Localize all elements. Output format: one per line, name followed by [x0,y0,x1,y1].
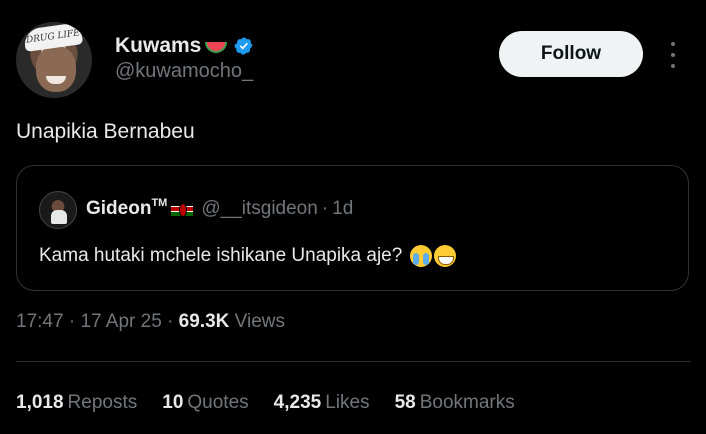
quote-timestamp: 1d [332,198,354,219]
more-options-icon[interactable] [666,42,680,68]
verified-badge-icon [234,37,253,55]
tweet-text: Unapikia Bernabeu [16,120,195,143]
author-handle[interactable]: @kuwamocho_ [115,60,254,83]
likes-count: 4,235 [273,392,322,413]
author-names: Kuwams @kuwamocho_ [115,34,254,83]
quote-separator: · [321,198,329,219]
quote-text-content: Kama hutaki mchele ishikane Unapika aje? [39,245,403,266]
quotes-count: 10 [162,392,184,413]
tweet-date[interactable]: 17 Apr 25 [80,311,161,332]
reposts-count: 1,018 [16,392,64,413]
likes-label: Likes [325,392,370,413]
quotes-stat[interactable]: 10 Quotes [162,392,248,414]
quote-author-tm: TM [151,197,168,209]
kenya-flag-icon [171,202,194,217]
meta-separator: · [68,311,76,332]
quote-author-avatar [39,191,77,229]
views-count: 69.3K [178,311,230,332]
views-label: Views [234,311,285,332]
grinning-squinting-emoji-icon [434,245,457,267]
author-avatar[interactable]: DRUG LIFE [16,22,92,98]
follow-button[interactable]: Follow [499,31,643,77]
bookmarks-stat[interactable]: 58 Bookmarks [395,392,515,414]
tweet-header: DRUG LIFE Kuwams @kuwamocho_ Follow [16,22,690,98]
bookmarks-count: 58 [394,392,416,413]
quote-author-name: Gideon [86,198,152,219]
quoted-tweet[interactable]: Gideon TM @__itsgideon · 1d Kama hutaki … [16,165,689,291]
engagement-stats: 1,018 Reposts 10 Quotes 4,235 Likes 58 Bookm… [16,392,515,414]
loudly-crying-emoji-icon [410,245,433,267]
quote-header: Gideon TM @__itsgideon · 1d [86,197,354,220]
avatar-cap: DRUG LIFE [22,22,84,52]
divider [16,361,690,362]
author-display-name[interactable]: Kuwams [115,34,254,58]
likes-stat[interactable]: 4,235 Likes [274,392,370,414]
tweet-time[interactable]: 17:47 [16,311,64,332]
tweet-meta: 17:47 · 17 Apr 25 · 69.3K Views [16,311,285,333]
reposts-label: Reposts [67,392,138,413]
bookmarks-label: Bookmarks [419,392,515,413]
reposts-stat[interactable]: 1,018 Reposts [16,392,137,414]
quote-author-handle: @__itsgideon [201,198,318,219]
quotes-label: Quotes [187,392,249,413]
quote-text: Kama hutaki mchele ishikane Unapika aje? [39,245,457,267]
avatar-face [36,46,76,92]
author-display-name-text: Kuwams [115,34,202,57]
watermelon-icon [205,39,227,53]
meta-separator: · [167,311,174,332]
